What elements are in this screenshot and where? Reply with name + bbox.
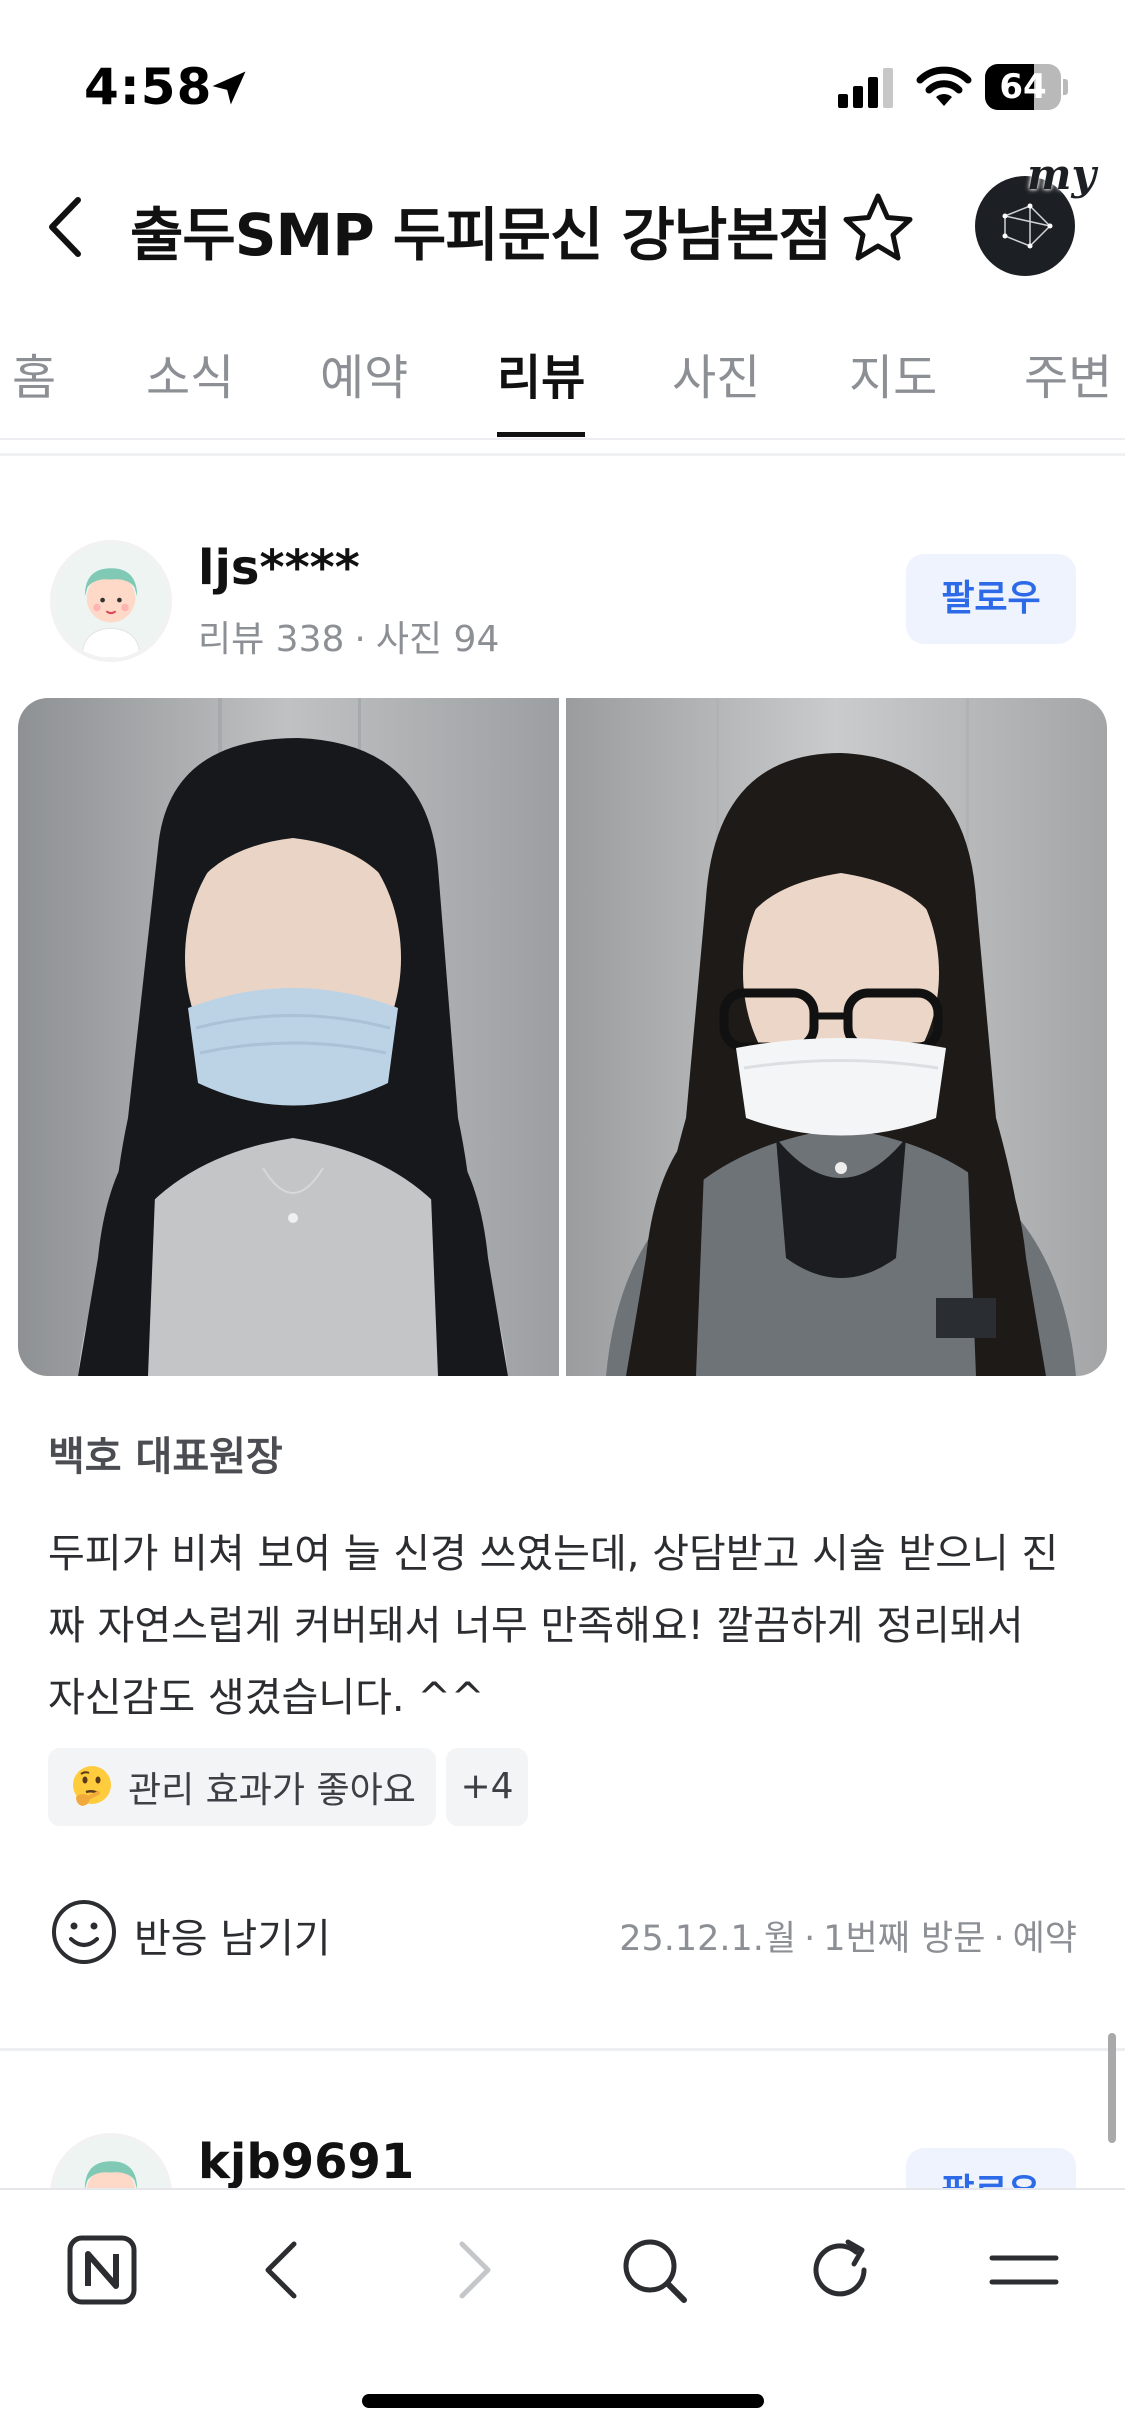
visit-count: 1번째 방문 [823, 1919, 986, 1959]
follow-button[interactable]: 팔로우 [906, 554, 1076, 644]
reload-icon[interactable] [800, 2230, 880, 2310]
smile-icon[interactable] [50, 1898, 118, 1966]
status-bar: 4:58 64 [0, 0, 1125, 170]
tab-map[interactable]: 지도 [849, 338, 937, 408]
review-photo-before[interactable] [18, 698, 559, 1376]
review-photo-after[interactable] [566, 698, 1107, 1376]
photo-person-glasses-icon [566, 698, 1107, 1376]
active-tab-indicator [497, 432, 585, 437]
menu-icon[interactable] [984, 2230, 1064, 2310]
visit-separator: · [993, 1919, 1005, 1959]
thinking-face-icon [73, 1766, 111, 1806]
wifi-icon [916, 66, 972, 106]
scrollbar[interactable] [1108, 2033, 1116, 2143]
tab-home[interactable]: 홈 [12, 338, 56, 408]
visit-type: 예약 [1012, 1919, 1077, 1959]
back-arrow-icon[interactable] [244, 2230, 324, 2310]
review-text-line: 짜 자연스럽게 커버돼서 너무 만족해요! 깔끔하게 정리돼서 [48, 1603, 1024, 1649]
review-text[interactable]: 두피가 비쳐 보여 늘 신경 쓰였는데, 상담받고 시술 받으니 진 짜 자연스… [48, 1518, 1088, 1734]
visit-info: 25.12.1.월 · 1번째 방문 · 예약 [619, 1910, 1077, 1961]
home-indicator[interactable] [362, 2394, 764, 2408]
reviewer-stats: 리뷰 338 · 사진 94 [198, 610, 499, 662]
photo-count: 사진 94 [375, 619, 500, 660]
keyword-tag[interactable]: 관리 효과가 좋아요 [48, 1748, 436, 1826]
reviewer-name[interactable]: ljs**** [198, 540, 360, 596]
tab-news[interactable]: 소식 [146, 338, 234, 408]
my-label: my [1027, 150, 1096, 199]
review-menu-name: 백호 대표원장 [48, 1434, 283, 1480]
favorite-star-icon[interactable] [840, 190, 916, 266]
character-avatar-icon [54, 544, 168, 658]
battery-indicator: 64 [985, 64, 1068, 110]
place-title: 출두SMP 두피문신 강남본점 [130, 201, 832, 269]
more-tags-button[interactable]: +4 [446, 1748, 528, 1826]
tab-photos[interactable]: 사진 [672, 338, 760, 408]
keyword-tag-label: 관리 효과가 좋아요 [128, 1770, 416, 1811]
review-text-line: 두피가 비쳐 보여 늘 신경 쓰였는데, 상담받고 시술 받으니 진 [48, 1531, 1059, 1577]
battery-percent: 64 [999, 67, 1047, 107]
back-icon[interactable] [40, 192, 90, 262]
divider [0, 453, 1125, 456]
cellular-signal-icon [838, 68, 893, 108]
place-tabs: 홈 소식 예약 리뷰 사진 지도 주변 [0, 320, 1125, 440]
reviewer-name[interactable]: kjb9691 [198, 2134, 414, 2190]
leave-reaction-button[interactable]: 반응 남기기 [134, 1906, 331, 1964]
place-header: 출두SMP 두피문신 강남본점 my [0, 150, 1125, 285]
visit-date: 25.12.1.월 [619, 1919, 797, 1959]
review-divider [0, 2048, 1125, 2051]
tab-nearby[interactable]: 주변 [1024, 338, 1112, 408]
review-text-line: 자신감도 생겼습니다. ^^ [48, 1675, 485, 1721]
stats-separator: · [354, 619, 366, 660]
status-time: 4:58 [84, 58, 213, 116]
reviewer-avatar[interactable] [50, 540, 172, 662]
location-arrow-icon [212, 71, 246, 105]
search-icon[interactable] [614, 2230, 694, 2310]
tab-reservation[interactable]: 예약 [320, 338, 408, 408]
tab-review[interactable]: 리뷰 [497, 338, 585, 408]
forward-arrow-icon[interactable] [432, 2230, 512, 2310]
visit-separator: · [804, 1919, 816, 1959]
naver-n-icon[interactable] [62, 2230, 142, 2310]
my-profile-avatar[interactable]: my [975, 150, 1096, 276]
review-count: 리뷰 338 [198, 619, 345, 660]
photo-person-masked-icon [18, 698, 559, 1376]
